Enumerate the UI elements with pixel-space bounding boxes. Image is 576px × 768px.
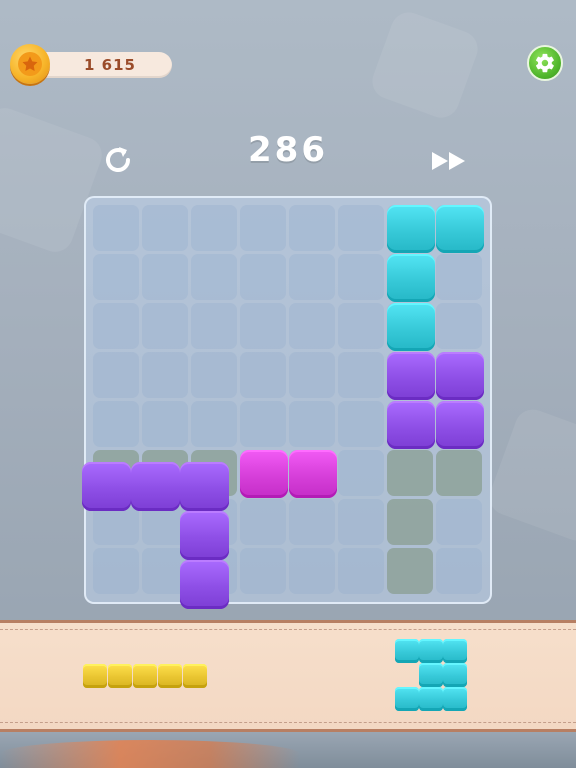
board-cell[interactable] <box>191 401 237 447</box>
tray-piece-block <box>443 663 467 687</box>
board-cell[interactable] <box>142 205 188 251</box>
tray-stitch <box>0 629 576 630</box>
dragging-piece-block <box>180 462 229 511</box>
board-cell[interactable] <box>191 352 237 398</box>
board-cell[interactable] <box>191 303 237 349</box>
placed-block <box>387 352 435 400</box>
board-cell[interactable] <box>289 205 335 251</box>
dragging-piece-block <box>131 462 180 511</box>
restart-button[interactable] <box>100 142 136 178</box>
board-cell[interactable] <box>93 303 139 349</box>
gear-icon <box>535 53 554 73</box>
board-cell[interactable] <box>436 548 482 594</box>
placed-block <box>240 450 288 498</box>
board-cell-highlight[interactable] <box>387 450 433 496</box>
tray-stitch <box>0 722 576 723</box>
placed-block <box>436 205 484 253</box>
placed-block <box>387 205 435 253</box>
tray-piece-block <box>443 639 467 663</box>
tray-piece-block <box>419 639 443 663</box>
tray-piece-block <box>419 687 443 711</box>
placed-block <box>436 352 484 400</box>
board-cell[interactable] <box>436 303 482 349</box>
board-cell[interactable] <box>338 303 384 349</box>
board-cell[interactable] <box>240 254 286 300</box>
board-cell[interactable] <box>240 352 286 398</box>
restart-icon <box>106 147 130 172</box>
background-shape <box>367 7 483 123</box>
tray-piece-block <box>183 664 207 688</box>
game-board[interactable] <box>84 196 492 604</box>
board-cell[interactable] <box>142 352 188 398</box>
board-cell[interactable] <box>240 499 286 545</box>
placed-block <box>289 450 337 498</box>
board-cell[interactable] <box>289 548 335 594</box>
dragging-piece-block <box>180 511 229 560</box>
board-cell-highlight[interactable] <box>387 499 433 545</box>
board-cell-highlight[interactable] <box>387 548 433 594</box>
coin-count: 1 615 <box>84 56 136 74</box>
tray-piece-block <box>395 639 419 663</box>
board-cell[interactable] <box>289 401 335 447</box>
tray-piece-block <box>419 663 443 687</box>
tray-piece-block <box>158 664 182 688</box>
board-cell[interactable] <box>289 499 335 545</box>
board-cell[interactable] <box>240 303 286 349</box>
level-number: 286 <box>248 130 328 170</box>
background-shape <box>484 404 576 546</box>
board-cell[interactable] <box>93 401 139 447</box>
board-cell-highlight[interactable] <box>436 450 482 496</box>
tray-piece-block <box>395 687 419 711</box>
board-cell[interactable] <box>289 352 335 398</box>
placed-block <box>387 401 435 449</box>
floor-decoration <box>0 740 300 768</box>
tray-piece-block <box>83 664 107 688</box>
board-cell[interactable] <box>338 205 384 251</box>
board-cell[interactable] <box>142 401 188 447</box>
dragging-piece-block <box>180 560 229 609</box>
star-coin-icon <box>10 44 50 84</box>
board-cell[interactable] <box>338 499 384 545</box>
board-cell[interactable] <box>338 450 384 496</box>
tray-piece-block <box>443 687 467 711</box>
dragging-piece-block <box>82 462 131 511</box>
board-cell[interactable] <box>436 499 482 545</box>
board-cell[interactable] <box>289 303 335 349</box>
board-cell[interactable] <box>191 205 237 251</box>
board-cell[interactable] <box>436 254 482 300</box>
placed-block <box>436 401 484 449</box>
board-cell[interactable] <box>93 352 139 398</box>
board-cell[interactable] <box>191 254 237 300</box>
placed-block <box>387 303 435 351</box>
board-cell[interactable] <box>338 254 384 300</box>
tray-piece-block <box>108 664 132 688</box>
board-cell[interactable] <box>240 205 286 251</box>
fast-forward-icon <box>432 152 465 170</box>
skip-button[interactable] <box>430 148 470 174</box>
board-cell[interactable] <box>93 254 139 300</box>
board-cell[interactable] <box>338 401 384 447</box>
board-cell[interactable] <box>240 548 286 594</box>
placed-block <box>387 254 435 302</box>
board-cell[interactable] <box>93 548 139 594</box>
board-cell[interactable] <box>338 548 384 594</box>
board-cell[interactable] <box>289 254 335 300</box>
board-cell[interactable] <box>142 303 188 349</box>
board-cell[interactable] <box>93 205 139 251</box>
board-cell[interactable] <box>240 401 286 447</box>
settings-button[interactable] <box>527 45 563 81</box>
tray-piece-block <box>133 664 157 688</box>
board-cell[interactable] <box>338 352 384 398</box>
board-cell[interactable] <box>142 254 188 300</box>
